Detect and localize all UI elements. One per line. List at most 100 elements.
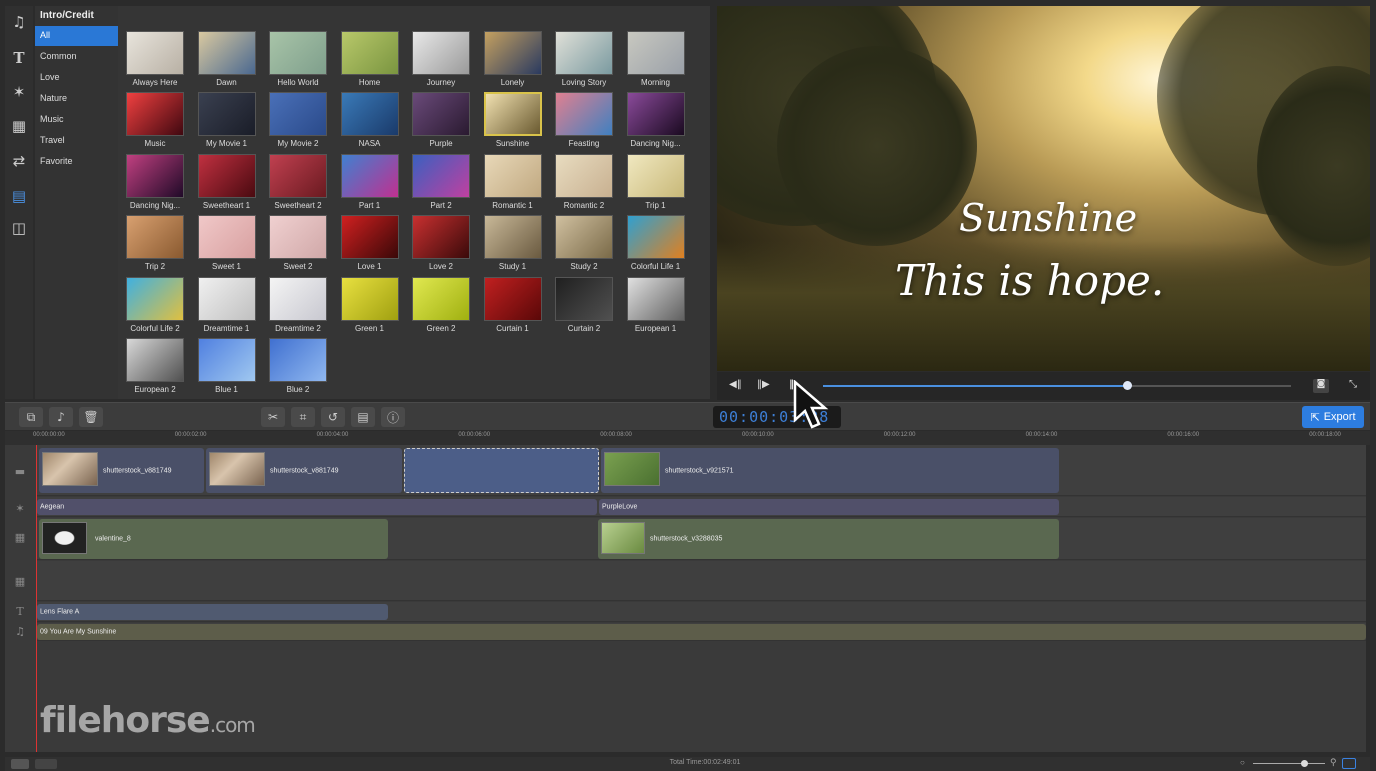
intro-credit-icon[interactable]: ▤ [9,186,29,206]
step-back-icon[interactable]: ◀‖ [729,379,742,390]
template-label: Sweet 1 [212,262,241,272]
template-item[interactable]: Green 1 [339,276,401,333]
crop-icon[interactable]: ⌗ [291,407,315,427]
template-item[interactable]: Morning [625,31,687,87]
template-item[interactable]: Dreamtime 1 [196,276,258,333]
template-item[interactable]: European 1 [625,276,687,333]
timeline-ruler[interactable]: 00:00:00:00 00:00:02:00 00:00:04:00 00:00:0… [5,431,1370,445]
template-item[interactable]: Love 1 [339,215,401,271]
overlay-icon[interactable]: ▦ [9,116,29,136]
template-thumbnail [626,215,685,260]
template-item[interactable]: Dancing Nig... [124,153,186,210]
overlay-clip[interactable]: valentine_8 [39,519,388,559]
track-view-icon[interactable] [11,759,29,769]
template-item[interactable]: Sweet 2 [267,215,329,271]
template-item[interactable]: Dreamtime 2 [267,276,329,333]
progress-handle[interactable] [1123,381,1133,390]
template-item[interactable]: Romantic 2 [553,153,615,210]
template-item[interactable]: My Movie 1 [196,92,258,148]
transition-clip[interactable]: PurpleLove [599,499,1059,515]
template-thumbnail [483,276,542,321]
video-clip[interactable]: shutterstock_v881749 [206,448,402,493]
template-item[interactable]: Home [339,31,401,87]
template-item[interactable]: Trip 1 [625,153,687,210]
template-item[interactable]: Hello World [267,31,329,87]
template-item[interactable]: Curtain 1 [482,276,544,333]
template-item[interactable]: Romantic 1 [482,153,544,210]
transition-icon[interactable]: ⇄ [9,151,29,171]
template-item[interactable]: Blue 2 [267,338,329,394]
template-item[interactable]: Lonely [482,31,544,87]
template-item[interactable]: My Movie 2 [267,92,329,148]
template-item[interactable]: Colorful Life 1 [625,215,687,271]
selected-intro-clip[interactable] [404,448,599,493]
clip-thumbnail [209,452,265,486]
category-favorite[interactable]: Favorite [35,152,118,172]
template-item[interactable]: Feasting [553,92,615,148]
delete-icon[interactable]: 🗑 [79,407,103,427]
template-item[interactable]: Dancing Nig... [625,92,687,148]
template-item[interactable]: Loving Story [553,31,615,87]
template-item[interactable]: Love 2 [410,215,472,271]
audio-clip[interactable]: 09 You Are My Sunshine [37,624,1366,640]
template-item[interactable]: Curtain 2 [553,276,615,333]
template-item[interactable]: Sweetheart 2 [267,153,329,210]
template-item[interactable]: Study 1 [482,215,544,271]
fit-timeline-icon[interactable] [1342,758,1356,769]
template-item[interactable]: Dawn [196,31,258,87]
template-item[interactable]: Journey [410,31,472,87]
adjust-icon[interactable]: ▤ [351,407,375,427]
category-common[interactable]: Common [35,47,118,67]
overlay-clip[interactable]: shutterstock_v3288035 [598,519,1059,559]
category-travel[interactable]: Travel [35,131,118,151]
template-item[interactable]: Green 2 [410,276,472,333]
video-clip[interactable]: shutterstock_v921571 [601,448,1059,493]
template-item[interactable]: Music [124,92,186,148]
storyboard-view-icon[interactable] [35,759,57,769]
template-item[interactable]: Trip 2 [124,215,186,271]
template-item[interactable]: Sweet 1 [196,215,258,271]
template-item[interactable]: NASA [339,92,401,148]
template-item[interactable]: Study 2 [553,215,615,271]
zoom-slider[interactable] [1253,763,1325,764]
template-item[interactable]: Always Here [124,31,186,87]
zoom-in-icon[interactable]: ⚲ [1330,757,1337,768]
video-clip[interactable]: shutterstock_v881749 [39,448,204,493]
zoom-out-icon[interactable]: ○ [1240,758,1245,767]
fullscreen-icon[interactable]: ⤡ [1349,379,1357,390]
category-music[interactable]: Music [35,110,118,130]
template-item[interactable]: Colorful Life 2 [124,276,186,333]
category-love[interactable]: Love [35,68,118,88]
template-item[interactable]: Part 1 [339,153,401,210]
category-nature[interactable]: Nature [35,89,118,109]
text-clip[interactable]: Lens Flare A [37,604,388,620]
template-item[interactable]: European 2 [124,338,186,394]
music-icon[interactable]: ♫ [9,12,29,32]
template-label: Colorful Life 2 [130,323,180,333]
text-icon[interactable]: T [9,48,29,68]
record-voice-icon[interactable]: ♪ [49,407,73,427]
template-item[interactable]: Sweetheart 1 [196,153,258,210]
template-item[interactable]: Purple [410,92,472,148]
zoom-handle[interactable] [1301,760,1308,767]
template-item[interactable]: Blue 1 [196,338,258,394]
template-item[interactable]: Sunshine [482,92,544,148]
info-icon[interactable]: ⓘ [381,407,405,427]
export-button[interactable]: ⇱ Export [1302,406,1364,428]
rotate-icon[interactable]: ↺ [321,407,345,427]
crop-tool-icon[interactable]: ⧉ [19,407,43,427]
playhead[interactable] [36,445,37,752]
snapshot-icon[interactable]: ◙ [1313,379,1329,393]
template-label: Hello World [277,78,319,87]
split-screen-icon[interactable]: ◫ [9,218,29,238]
transition-clip[interactable]: Aegean [37,499,597,515]
category-all[interactable]: All [35,26,118,46]
clip-label: shutterstock_v881749 [103,467,172,474]
progress-track[interactable] [823,385,1291,387]
step-forward-icon[interactable]: ‖▶ [757,379,770,390]
template-item[interactable]: Part 2 [410,153,472,210]
magic-wand-icon[interactable]: ✶ [9,82,29,102]
template-label: Green 1 [355,323,384,333]
split-icon[interactable]: ✂ [261,407,285,427]
template-thumbnail [555,215,613,260]
